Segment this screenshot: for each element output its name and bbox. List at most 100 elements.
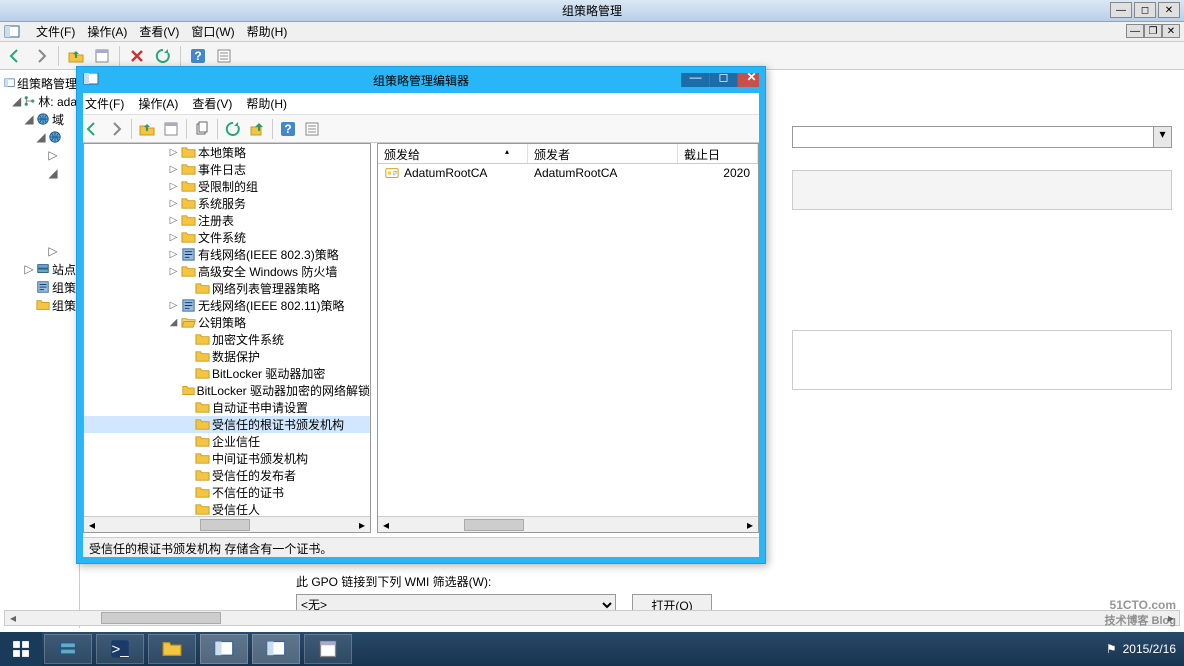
start-button[interactable] <box>0 632 42 666</box>
delete-button[interactable] <box>126 45 148 67</box>
parent-maximize-button[interactable]: ◻ <box>1134 2 1156 18</box>
tree-node[interactable]: ▷有线网络(IEEE 802.3)策略 <box>84 246 370 263</box>
tree-node[interactable]: ▷受限制的组 <box>84 178 370 195</box>
expander-icon[interactable]: ▷ <box>168 232 179 243</box>
tree-node[interactable]: 企业信任 <box>84 433 370 450</box>
expander-icon[interactable]: ▷ <box>48 148 58 162</box>
editor-list-pane[interactable]: 颁发给▴ 颁发者 截止日 AdatumRootCA AdatumRootCA 2… <box>377 143 759 533</box>
editor-copy-button[interactable] <box>191 118 213 140</box>
tree-sites[interactable]: ▷站点 <box>2 260 77 278</box>
expander-icon[interactable]: ▷ <box>168 198 179 209</box>
menu-file[interactable]: 文件(F) <box>36 23 75 40</box>
editor-titlebar[interactable]: 组策略管理编辑器 — ◻ ✕ <box>77 67 765 93</box>
menu-view[interactable]: 查看(V) <box>139 23 179 40</box>
parent-titlebar[interactable]: 组策略管理 — ◻ ✕ <box>0 0 1184 22</box>
expander-icon[interactable]: ▷ <box>24 262 34 276</box>
col-expires[interactable]: 截止日 <box>678 144 758 163</box>
tree-item[interactable]: ▷ <box>2 146 77 164</box>
editor-back-button[interactable] <box>81 118 103 140</box>
tree-node[interactable]: ▷注册表 <box>84 212 370 229</box>
tray-date[interactable]: 2015/2/16 <box>1123 642 1176 656</box>
menu-window[interactable]: 窗口(W) <box>191 23 234 40</box>
scroll-right-icon[interactable]: ▸ <box>742 518 758 532</box>
tray-flag-icon[interactable]: ⚑ <box>1106 642 1117 656</box>
tree-root[interactable]: 组策略管理 <box>2 74 77 92</box>
editor-refresh-button[interactable] <box>222 118 244 140</box>
task-gpeditor[interactable] <box>252 634 300 664</box>
tree-node[interactable]: 受信任人 <box>84 501 370 516</box>
tree-node[interactable]: 网络列表管理器策略 <box>84 280 370 297</box>
task-gpmc[interactable] <box>200 634 248 664</box>
properties-button[interactable] <box>91 45 113 67</box>
task-app[interactable] <box>304 634 352 664</box>
parent-hscrollbar[interactable]: ◂ ▸ <box>4 610 1180 626</box>
editor-close-button[interactable]: ✕ <box>737 67 765 87</box>
expander-icon[interactable]: ▷ <box>168 266 179 277</box>
expander-icon[interactable]: ◢ <box>48 166 58 180</box>
tree-node[interactable]: 数据保护 <box>84 348 370 365</box>
expander-icon[interactable]: ▷ <box>168 300 179 311</box>
scroll-left-icon[interactable]: ◂ <box>378 518 394 532</box>
tree-gpm[interactable]: 组策 <box>2 278 77 296</box>
editor-menu-action[interactable]: 操作(A) <box>138 95 178 112</box>
scroll-right-icon[interactable]: ▸ <box>354 518 370 532</box>
editor-help-button[interactable] <box>277 118 299 140</box>
refresh-button[interactable] <box>152 45 174 67</box>
col-issuer[interactable]: 颁发者 <box>528 144 678 163</box>
tree-node[interactable]: ▷文件系统 <box>84 229 370 246</box>
help-button[interactable] <box>187 45 209 67</box>
tree-item[interactable]: ◢ <box>2 164 77 182</box>
expander-icon[interactable]: ◢ <box>36 130 46 144</box>
scroll-right-icon[interactable]: ▸ <box>1163 611 1179 625</box>
list-button[interactable] <box>213 45 235 67</box>
parent-close-button[interactable]: ✕ <box>1158 2 1180 18</box>
list-row[interactable]: AdatumRootCA AdatumRootCA 2020 <box>378 164 758 182</box>
editor-minimize-button[interactable]: — <box>681 67 709 87</box>
expander-icon[interactable]: ▷ <box>168 249 179 260</box>
scroll-thumb[interactable] <box>101 612 221 624</box>
tree-node[interactable]: 加密文件系统 <box>84 331 370 348</box>
expander-icon[interactable]: ▷ <box>168 147 179 158</box>
tree-domains[interactable]: ◢域 <box>2 110 77 128</box>
tree-node[interactable]: BitLocker 驱动器加密 <box>84 365 370 382</box>
editor-props-button[interactable] <box>160 118 182 140</box>
tree-node[interactable]: 不信任的证书 <box>84 484 370 501</box>
tree-node[interactable]: 受信任的根证书颁发机构 <box>84 416 370 433</box>
expander-icon[interactable]: ▷ <box>168 164 179 175</box>
tree-node[interactable]: 受信任的发布者 <box>84 467 370 484</box>
up-button[interactable] <box>65 45 87 67</box>
chevron-down-icon[interactable]: ▾ <box>1153 127 1171 147</box>
forward-button[interactable] <box>30 45 52 67</box>
tree-gpr[interactable]: 组策 <box>2 296 77 314</box>
scroll-thumb[interactable] <box>200 519 250 531</box>
tree-hscrollbar[interactable]: ◂ ▸ <box>84 516 370 532</box>
task-powershell[interactable] <box>96 634 144 664</box>
back-button[interactable] <box>4 45 26 67</box>
col-issued-to[interactable]: 颁发给▴ <box>378 144 528 163</box>
menu-help[interactable]: 帮助(H) <box>247 23 288 40</box>
tree-node[interactable]: ◢公钥策略 <box>84 314 370 331</box>
mdi-minimize-button[interactable]: — <box>1126 24 1144 38</box>
editor-menu-view[interactable]: 查看(V) <box>192 95 232 112</box>
task-explorer[interactable] <box>148 634 196 664</box>
mdi-close-button[interactable]: ✕ <box>1162 24 1180 38</box>
tree-node[interactable]: ▷系统服务 <box>84 195 370 212</box>
tree-node[interactable]: ▷本地策略 <box>84 144 370 161</box>
tree-node[interactable]: ▷无线网络(IEEE 802.11)策略 <box>84 297 370 314</box>
tree-node[interactable]: 中间证书颁发机构 <box>84 450 370 467</box>
editor-up-button[interactable] <box>136 118 158 140</box>
expander-icon[interactable]: ◢ <box>168 317 179 328</box>
tree-node[interactable]: ▷高级安全 Windows 防火墙 <box>84 263 370 280</box>
editor-export-button[interactable] <box>246 118 268 140</box>
tree-node[interactable]: ▷事件日志 <box>84 161 370 178</box>
scroll-left-icon[interactable]: ◂ <box>5 611 21 625</box>
expander-icon[interactable]: ◢ <box>12 94 21 108</box>
editor-tree-pane[interactable]: ▷本地策略▷事件日志▷受限制的组▷系统服务▷注册表▷文件系统▷有线网络(IEEE… <box>83 143 371 533</box>
editor-maximize-button[interactable]: ◻ <box>709 67 737 87</box>
menu-action[interactable]: 操作(A) <box>87 23 127 40</box>
editor-tree-scroll[interactable]: ▷本地策略▷事件日志▷受限制的组▷系统服务▷注册表▷文件系统▷有线网络(IEEE… <box>84 144 370 516</box>
expander-icon[interactable]: ▷ <box>168 181 179 192</box>
editor-menu-file[interactable]: 文件(F) <box>85 95 124 112</box>
editor-menu-help[interactable]: 帮助(H) <box>246 95 287 112</box>
scroll-left-icon[interactable]: ◂ <box>84 518 100 532</box>
